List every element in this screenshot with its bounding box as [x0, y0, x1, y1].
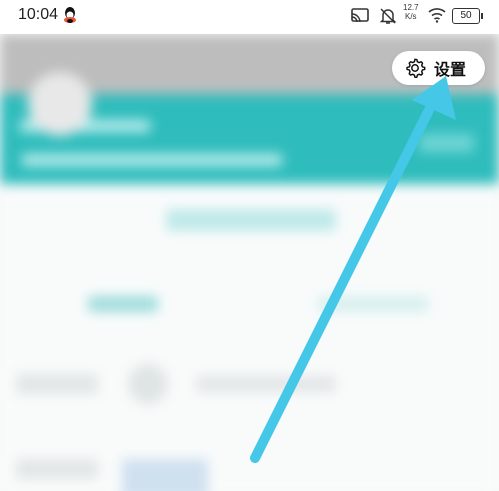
blurred-background: [0, 34, 499, 491]
status-time: 10:04: [18, 6, 59, 23]
network-speed: 12.7 K/s: [403, 3, 419, 21]
gear-icon: [406, 58, 426, 78]
status-bar: 10:04 12.7 K/s 50: [0, 0, 499, 34]
settings-button[interactable]: 设置: [392, 51, 485, 85]
cast-icon: [351, 8, 369, 23]
qq-icon: [64, 7, 76, 23]
network-speed-unit: K/s: [405, 12, 417, 21]
settings-label: 设置: [434, 60, 467, 79]
battery-indicator: 50: [452, 8, 483, 24]
network-speed-value: 12.7: [403, 3, 419, 12]
mute-bell-icon: [379, 8, 397, 24]
wifi-icon: [428, 8, 446, 23]
